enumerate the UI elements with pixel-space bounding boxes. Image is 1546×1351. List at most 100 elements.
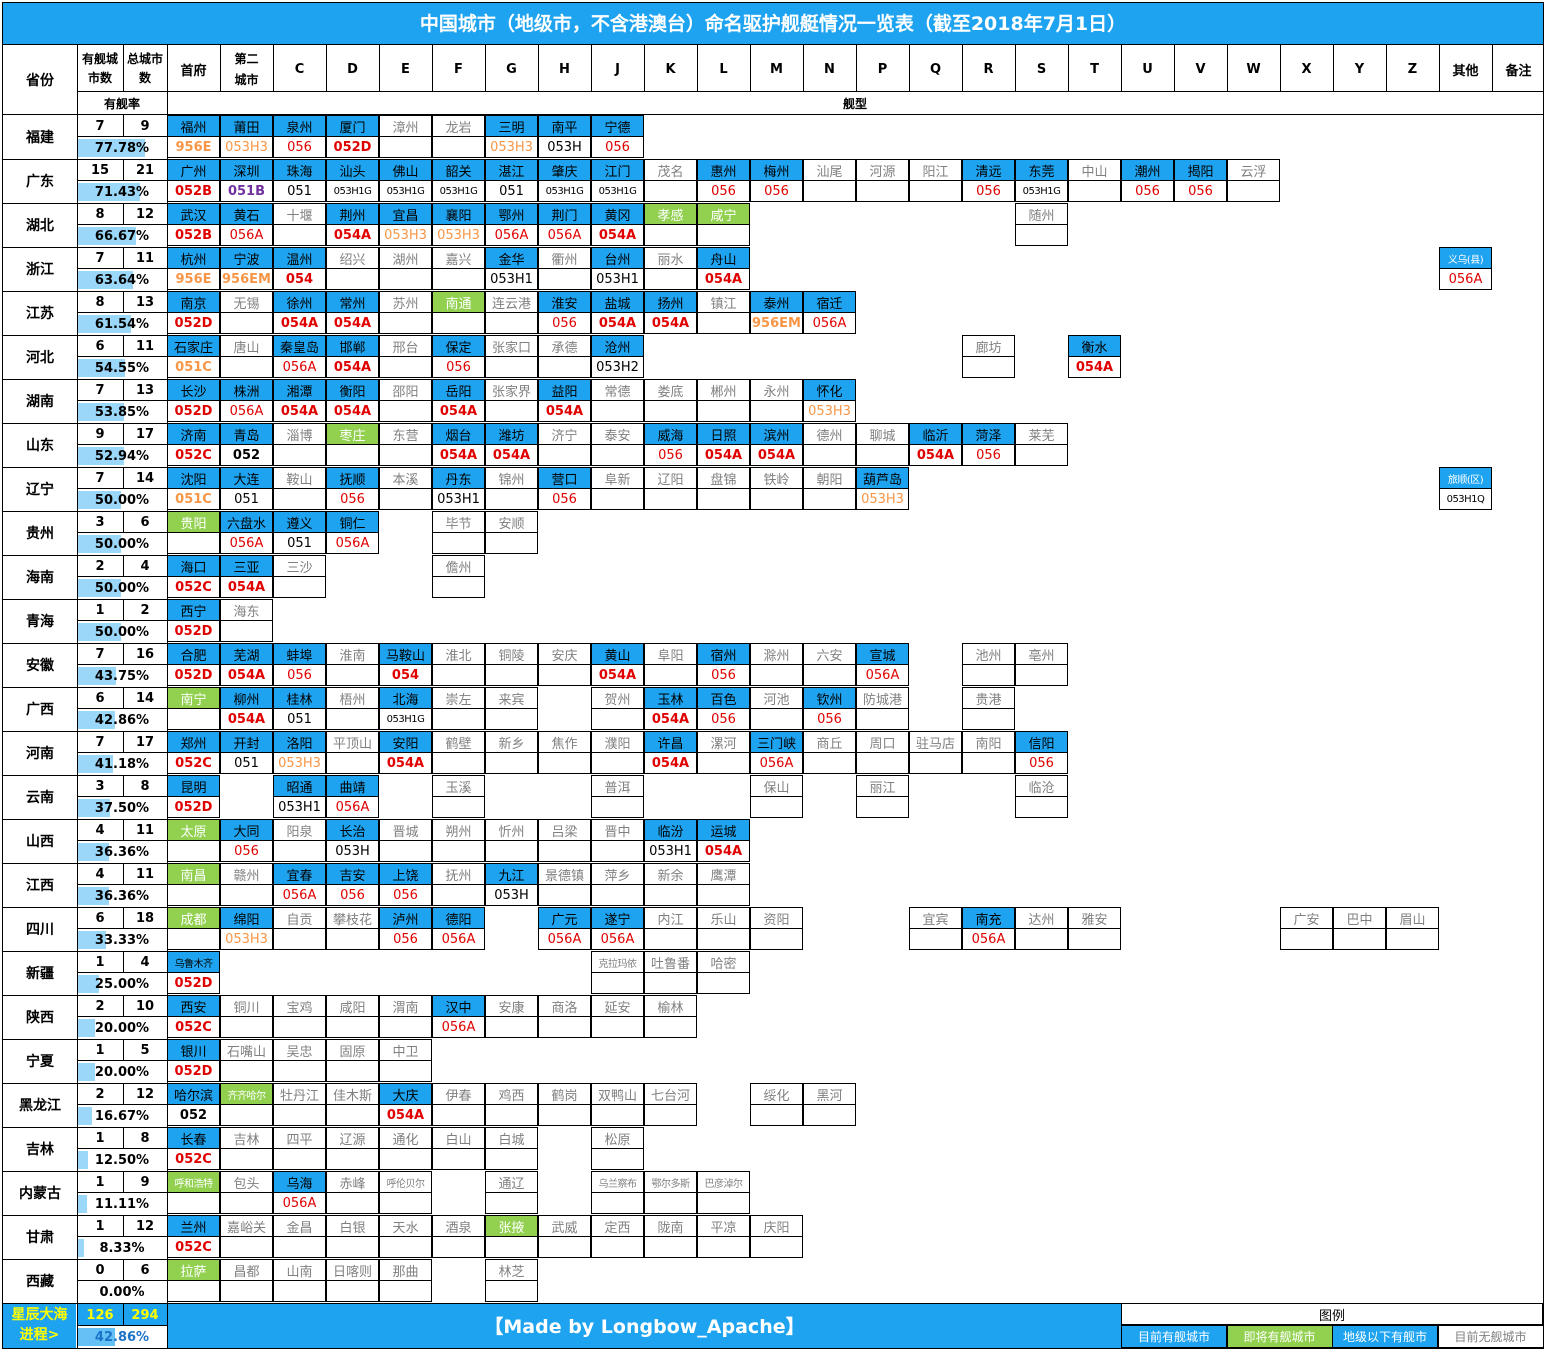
ship-type-cell [591,708,644,730]
ship-type-cell: 054A [326,400,379,422]
ship-type-cell [220,312,273,334]
city-cell: 马鞍山 [379,643,432,665]
ship-type-cell: 056A [273,356,326,378]
ship-type-cell [644,928,697,950]
grid-line [123,1215,124,1237]
ship-type-cell [803,1104,856,1126]
ship-type-cell: 056A [485,224,538,246]
navy-city-count: 7 [95,118,105,134]
ship-type-cell [538,1016,591,1038]
city-cell: 沈阳 [167,467,220,489]
grid-line [77,972,167,973]
city-cell: 鞍山 [273,467,326,489]
city-cell: 泉州 [273,115,326,137]
city-cell: 合肥 [167,643,220,665]
ship-type-cell: 054A [750,444,803,466]
ship-type-cell: 056A [273,884,326,906]
grid-line [77,664,167,665]
navy-rate: 50.00% [77,489,167,511]
city-cell: 铜陵 [485,643,538,665]
ship-type-cell [697,224,750,246]
ship-type-cell: 053H [538,136,591,158]
navy-city-count: 0 [95,1262,105,1278]
city-cell: 周口 [856,731,909,753]
city-cell: 南京 [167,291,220,313]
ship-type-cell [803,488,856,510]
ship-type-cell [697,400,750,422]
city-cell: 咸宁 [697,203,750,225]
grid-line [123,115,124,137]
city-cell: 杭州 [167,247,220,269]
city-cell: 贵阳 [167,511,220,533]
city-cell: 肇庆 [538,159,591,181]
city-cell: 晋城 [379,819,432,841]
city-cell: 盐城 [591,291,644,313]
navy-city-count: 3 [95,514,105,530]
column-header: X [1301,62,1312,77]
navy-rate: 33.33% [77,929,167,951]
ship-type-cell [273,1104,326,1126]
navy-rate: 43.75% [77,665,167,687]
city-cell: 焦作 [538,731,591,753]
city-cell: 呼伦贝尔 [379,1171,432,1193]
ship-type-cell: 054A [1068,356,1121,378]
navy-rate-text: 36.36% [94,888,150,904]
city-cell: 成都 [167,907,220,929]
column-header: C [294,62,305,77]
city-cell: 宜春 [273,863,326,885]
navy-city-count: 8 [95,206,105,222]
grid-line [3,643,167,644]
navy-rate-text: 16.67% [94,1108,150,1124]
grid-line [803,45,804,92]
city-cell: 乌鲁木齐 [167,951,220,973]
province-name: 广东 [26,174,54,190]
city-cell: 铜川 [220,995,273,1017]
city-cell: 安阳 [379,731,432,753]
city-cell: 芜湖 [220,643,273,665]
city-cell: 运城 [697,819,750,841]
city-cell: 乌兰察布 [591,1171,644,1193]
grid-line [77,45,78,1348]
city-cell: 台州 [591,247,644,269]
total-city-count: 11 [135,338,155,354]
city-cell: 濮阳 [591,731,644,753]
header-total-cities: 总城市数 [127,52,164,85]
grid-line [3,1083,167,1084]
city-cell: 抚州 [432,863,485,885]
city-cell: 抚顺 [326,467,379,489]
grid-line [3,995,167,996]
ship-type-cell [432,136,485,158]
ship-type-cell [750,928,803,950]
ship-type-cell: 056 [1015,752,1068,774]
header-rate: 有舰率 [103,96,140,111]
city-cell: 咸阳 [326,995,379,1017]
city-cell: 淄博 [273,423,326,445]
column-header: S [1036,62,1047,77]
city-cell: 乐山 [697,907,750,929]
city-cell: 鄂尔多斯 [644,1171,697,1193]
city-cell: 丽水 [644,247,697,269]
ship-type-cell [856,180,909,202]
grid-line [1439,45,1440,92]
total-city-count: 17 [135,734,155,750]
navy-rate-text: 61.54% [94,316,150,332]
city-cell: 岳阳 [432,379,485,401]
city-cell: 三沙 [273,555,326,577]
city-cell: 揭阳 [1174,159,1227,181]
total-city-count: 4 [140,954,150,970]
city-cell: 石家庄 [167,335,220,357]
ship-type-cell [326,1280,379,1302]
city-cell: 吐鲁番 [644,951,697,973]
city-cell: 张掖 [485,1215,538,1237]
footer-label-2: 进程> [19,1327,60,1343]
ship-type-cell [538,1236,591,1258]
grid-line [485,45,486,92]
grid-line [123,599,124,621]
city-cell: 拉萨 [167,1259,220,1281]
city-cell: 无锡 [220,291,273,313]
navy-city-count: 9 [95,426,105,442]
city-cell: 安顺 [485,511,538,533]
navy-city-count: 1 [95,954,105,970]
city-cell: 邵阳 [379,379,432,401]
navy-rate-text: 37.50% [94,800,150,816]
